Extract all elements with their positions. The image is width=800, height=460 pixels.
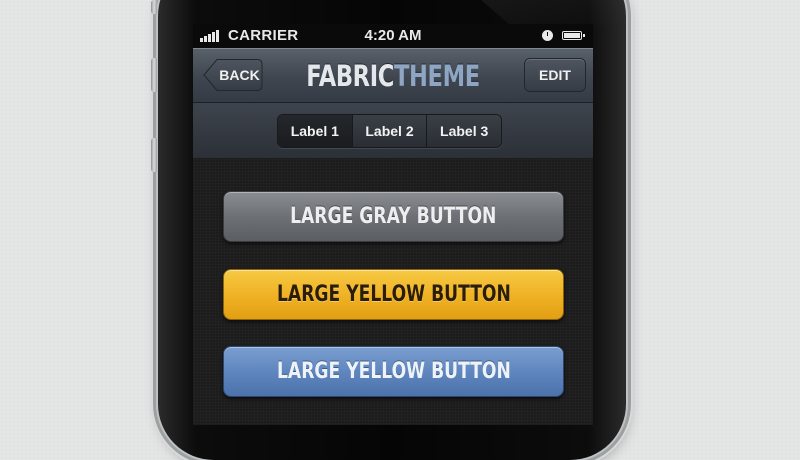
large-yellow-button[interactable]: LARGE YELLOW BUTTON: [223, 269, 564, 320]
segment-label-3[interactable]: Label 3: [426, 115, 501, 147]
segment-label-2[interactable]: Label 2: [351, 115, 427, 147]
large-blue-button-label: LARGE YELLOW BUTTON: [276, 359, 511, 384]
large-blue-button[interactable]: LARGE YELLOW BUTTON: [223, 346, 564, 397]
title-part-theme: THEME: [393, 59, 480, 93]
large-gray-button[interactable]: LARGE GRAY BUTTON: [223, 191, 564, 242]
mute-switch: [151, 0, 157, 14]
large-gray-button-label: LARGE GRAY BUTTON: [290, 204, 497, 229]
navigation-bar: BACK FABRICTHEME EDIT: [193, 48, 593, 103]
segment-label-1[interactable]: Label 1: [278, 115, 352, 147]
edit-button[interactable]: EDIT: [524, 58, 586, 92]
content-area: LARGE GRAY BUTTON LARGE YELLOW BUTTON LA…: [193, 158, 593, 425]
phone-screen: CARRIER 4:20 AM BACK FABRICTHEME EDIT La…: [193, 24, 593, 425]
status-bar: CARRIER 4:20 AM: [193, 24, 593, 48]
volume-down-button: [151, 138, 157, 172]
page-title: FABRICTHEME: [237, 59, 549, 93]
segmented-toolbar: Label 1 Label 2 Label 3: [193, 103, 593, 159]
battery-icon: [562, 31, 585, 40]
large-yellow-button-label: LARGE YELLOW BUTTON: [276, 282, 511, 307]
status-time: 4:20 AM: [364, 27, 422, 44]
volume-up-button: [151, 58, 157, 92]
title-part-fabric: FABRIC: [306, 59, 394, 93]
clock-icon: [542, 30, 553, 41]
segmented-control: Label 1 Label 2 Label 3: [277, 114, 502, 148]
